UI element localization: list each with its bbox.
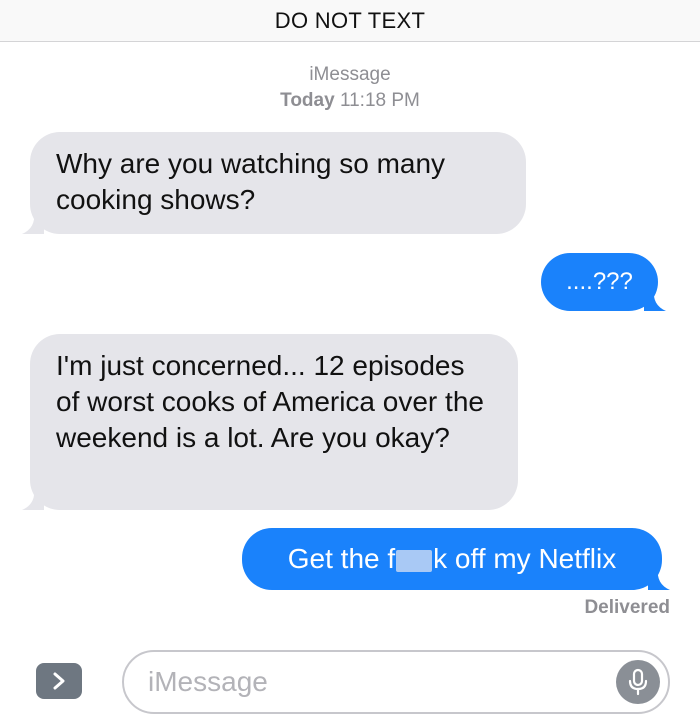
- contact-name[interactable]: DO NOT TEXT: [275, 8, 425, 34]
- delivery-status: Delivered: [584, 597, 670, 618]
- message-input[interactable]: iMessage: [122, 650, 670, 714]
- message-text-start: Get the f: [287, 543, 396, 574]
- timestamp-day: Today: [280, 90, 335, 111]
- timestamp: Today 11:18 PM: [0, 90, 700, 112]
- message-text: Why are you watching so many cooking sho…: [56, 148, 446, 215]
- message-bubble-outgoing[interactable]: Get the f k off my Netflix: [242, 528, 670, 590]
- bubble-tail-icon: [22, 488, 44, 510]
- microphone-icon: [628, 668, 648, 696]
- censor-bar: [396, 549, 433, 572]
- message-text-end: k off my Netflix: [433, 543, 617, 574]
- message-input-placeholder: iMessage: [148, 666, 268, 697]
- message-text: I'm just concerned... 12 episodes of wor…: [56, 350, 484, 453]
- timestamp-time: 11:18 PM: [339, 90, 420, 111]
- bubble-tail-icon: [644, 289, 666, 311]
- dictation-button[interactable]: [616, 660, 660, 704]
- chevron-right-icon: [53, 672, 65, 690]
- expand-apps-button[interactable]: [36, 663, 82, 699]
- bubble-tail-icon: [22, 212, 44, 234]
- conversation-header: DO NOT TEXT: [0, 0, 700, 42]
- service-label: iMessage: [309, 64, 391, 85]
- message-bubble-incoming[interactable]: I'm just concerned... 12 episodes of wor…: [22, 334, 518, 510]
- bubble-tail-icon: [648, 568, 670, 590]
- message-text: ....???: [566, 268, 633, 295]
- message-bubble-incoming[interactable]: Why are you watching so many cooking sho…: [22, 132, 526, 234]
- message-bubble-outgoing[interactable]: ....???: [541, 253, 666, 311]
